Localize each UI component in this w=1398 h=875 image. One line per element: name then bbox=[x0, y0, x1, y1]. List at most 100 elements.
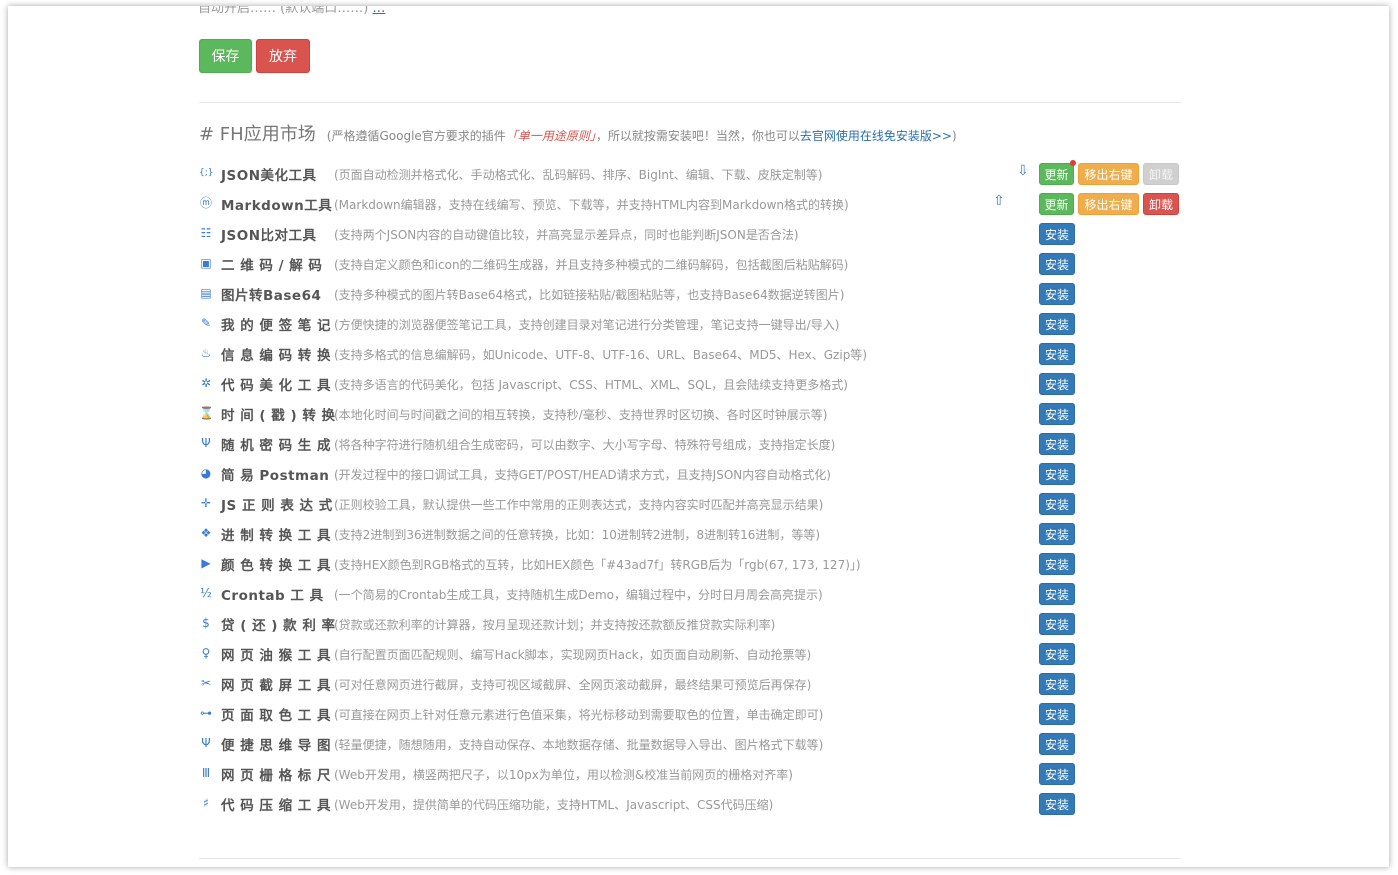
install-button[interactable]: 安装 bbox=[1039, 583, 1075, 605]
install-button[interactable]: 安装 bbox=[1039, 523, 1075, 545]
color-icon: ▶ bbox=[201, 556, 211, 570]
tool-name: 代 码 压 缩 工 具 bbox=[221, 798, 331, 814]
tool-description: (支持自定义颜色和icon的二维码生成器，并且支持多种模式的二维码解码，包括截图… bbox=[334, 258, 849, 272]
tool-name: JSON美化工具 bbox=[221, 168, 317, 184]
move-up-icon[interactable]: ⇧ bbox=[993, 193, 1005, 209]
tool-name: 网 页 截 屏 工 具 bbox=[221, 678, 331, 694]
tool-row: ▣ 二 维 码 / 解 码 (支持自定义颜色和icon的二维码生成器，并且支持多种模… bbox=[199, 248, 1189, 278]
tool-description: (可对任意网页进行截屏，支持可视区域截屏、全网页滚动截屏，最终结果可预览后再保存… bbox=[334, 678, 812, 692]
loan-icon: $ bbox=[202, 616, 210, 630]
markdown-icon: ⓜ bbox=[199, 196, 212, 210]
section-header: # FH应用市场 (严格遵循Google官方要求的插件「单一用途原则」，所以就按… bbox=[199, 120, 957, 146]
update-button[interactable]: 更新 bbox=[1039, 193, 1074, 215]
tool-name: 时 间 ( 戳 ) 转 换 bbox=[221, 408, 336, 424]
tool-row: Ψ 随 机 密 码 生 成 (将各种字符进行随机组合生成密码，可以由数字、大小写字母… bbox=[199, 428, 1189, 458]
tool-name: 贷 ( 还 ) 款 利 率 bbox=[221, 618, 336, 634]
online-version-link[interactable]: 去官网使用在线免安装版>> bbox=[800, 129, 952, 143]
tool-description: (将各种字符进行随机组合生成密码，可以由数字、大小写字母、特殊符号组成，支持指定… bbox=[334, 438, 836, 452]
install-button[interactable]: 安装 bbox=[1039, 793, 1075, 815]
tool-row: ❖ 进 制 转 换 工 具 (支持2进制到36进制数据之间的任意转换，比如：10进制… bbox=[199, 518, 1189, 548]
tool-row: ▶ 颜 色 转 换 工 具 (支持HEX颜色到RGB格式的互转，比如HEX颜色「#4… bbox=[199, 548, 1189, 578]
tool-description: (支持多语言的代码美化，包括 Javascript、CSS、HTML、XML、S… bbox=[334, 378, 848, 392]
single-purpose-rule: 「单一用途原则」 bbox=[505, 129, 596, 143]
timestamp-icon: ⌛ bbox=[199, 406, 214, 420]
json-format-icon: {;} bbox=[199, 168, 214, 178]
install-button[interactable]: 安装 bbox=[1039, 463, 1075, 485]
tool-description: (支持HEX颜色到RGB格式的互转，比如HEX颜色「#43ad7f」转RGB后为… bbox=[334, 558, 861, 572]
json-diff-icon: ☷ bbox=[200, 226, 212, 240]
crontab-icon: ½ bbox=[200, 586, 212, 600]
install-button[interactable]: 安装 bbox=[1039, 643, 1075, 665]
screenshot-icon: ✂ bbox=[200, 676, 212, 690]
install-button[interactable]: 安装 bbox=[1039, 613, 1075, 635]
tool-row: ½ Crontab 工 具 (一个简易的Crontab生成工具，支持随机生成Demo… bbox=[199, 578, 1189, 608]
tool-name: 二 维 码 / 解 码 bbox=[221, 258, 323, 274]
update-button[interactable]: 更新 bbox=[1039, 163, 1074, 185]
tool-name: 进 制 转 换 工 具 bbox=[221, 528, 331, 544]
install-button[interactable]: 安装 bbox=[1039, 253, 1075, 275]
divider bbox=[199, 102, 1181, 103]
install-button[interactable]: 安装 bbox=[1039, 373, 1075, 395]
tool-description: (支持多格式的信息编解码，如Unicode、UTF-8、UTF-16、URL、B… bbox=[334, 348, 867, 362]
settings-page: 自动开启…… (默认端口……) … 保存 放弃 # FH应用市场 (严格遵循Go… bbox=[8, 6, 1389, 867]
tool-description: (Web开发用，横竖两把尺子，以10px为单位，用以检测&校准当前网页的栅格对齐… bbox=[334, 768, 793, 782]
code-beautify-icon: ✲ bbox=[200, 376, 212, 390]
tool-description: (贷款或还款利率的计算器，按月呈现还款计划；并支持按还款额反推贷款实际利率) bbox=[334, 618, 776, 632]
install-button[interactable]: 安装 bbox=[1039, 313, 1075, 335]
tool-row: ♀ 网 页 油 猴 工 具 (自行配置页面匹配规则、编写Hack脚本，实现网页Hac… bbox=[199, 638, 1189, 668]
move-down-icon[interactable]: ⇩ bbox=[1017, 163, 1029, 179]
tool-description: (本地化时间与时间戳之间的相互转换，支持秒/毫秒、支持世界时区切换、各时区时钟展… bbox=[334, 408, 828, 422]
install-button[interactable]: 安装 bbox=[1039, 403, 1075, 425]
install-button[interactable]: 安装 bbox=[1039, 733, 1075, 755]
install-button[interactable]: 安装 bbox=[1039, 283, 1075, 305]
remove-context-menu-button[interactable]: 移出右键 bbox=[1078, 163, 1139, 185]
tool-name: 随 机 密 码 生 成 bbox=[221, 438, 331, 454]
monkey-icon: ♀ bbox=[201, 646, 211, 660]
install-button[interactable]: 安装 bbox=[1039, 553, 1075, 575]
tool-row: ⓜ Markdown工具 (Markdown编辑器，支持在线编写、预览、下载等，并支… bbox=[199, 188, 1189, 218]
tool-description: (正则校验工具，默认提供一些工作中常用的正则表达式，支持内容实时匹配并高亮显示结… bbox=[334, 498, 824, 512]
uninstall-button: 卸载 bbox=[1143, 163, 1179, 185]
tool-name: 信 息 编 码 转 换 bbox=[221, 348, 331, 364]
grid-ruler-icon: Ⅲ bbox=[201, 766, 211, 780]
remove-context-menu-button[interactable]: 移出右键 bbox=[1078, 193, 1139, 215]
save-button[interactable]: 保存 bbox=[199, 39, 252, 73]
install-button[interactable]: 安装 bbox=[1039, 703, 1075, 725]
tool-name: 我 的 便 签 笔 记 bbox=[221, 318, 331, 334]
tool-row: ♯ 代 码 压 缩 工 具 (Web开发用，提供简单的代码压缩功能，支持HTML、J… bbox=[199, 788, 1189, 818]
tool-row: ✎ 我 的 便 签 笔 记 (方便快捷的浏览器便签笔记工具，支持创建目录对笔记进行分… bbox=[199, 308, 1189, 338]
install-button[interactable]: 安装 bbox=[1039, 763, 1075, 785]
tool-description: (自行配置页面匹配规则、编写Hack脚本，实现网页Hack，如页面自动刷新、自动… bbox=[334, 648, 812, 662]
tool-name: JS 正 则 表 达 式 bbox=[221, 498, 333, 514]
color-picker-icon: ⊶ bbox=[200, 706, 212, 720]
tool-description: (轻量便捷，随想随用，支持自动保存、本地数据存储、批量数据导入导出、图片格式下载… bbox=[334, 738, 824, 752]
regexp-icon: ✛ bbox=[200, 496, 212, 510]
discard-button[interactable]: 放弃 bbox=[256, 39, 310, 73]
tool-name: 便 捷 思 维 导 图 bbox=[221, 738, 331, 754]
tool-row: ▤ 图片转Base64 (支持多种模式的图片转Base64格式，比如链接粘贴/截图粘… bbox=[199, 278, 1189, 308]
section-title: # FH应用市场 bbox=[199, 124, 316, 145]
tool-name: 代 码 美 化 工 具 bbox=[221, 378, 331, 394]
install-button[interactable]: 安装 bbox=[1039, 493, 1075, 515]
code-compress-icon: ♯ bbox=[203, 796, 209, 810]
install-button[interactable]: 安装 bbox=[1039, 673, 1075, 695]
cut-off-option: 自动开启…… (默认端口……) … bbox=[198, 6, 385, 16]
install-button[interactable]: 安装 bbox=[1039, 433, 1075, 455]
tool-row: Ⅲ 网 页 栅 格 标 尺 (Web开发用，横竖两把尺子，以10px为单位，用以检测… bbox=[199, 758, 1189, 788]
tool-row: Ψ 便 捷 思 维 导 图 (轻量便捷，随想随用，支持自动保存、本地数据存储、批量数… bbox=[199, 728, 1189, 758]
cut-off-link[interactable]: … bbox=[372, 6, 385, 16]
tool-description: (页面自动检测并格式化、手动格式化、乱码解码、排序、BigInt、编辑、下载、皮… bbox=[334, 168, 823, 182]
tool-name: Markdown工具 bbox=[221, 198, 333, 214]
divider-bottom bbox=[199, 858, 1181, 859]
cut-off-text: 自动开启…… (默认端口……) bbox=[198, 6, 369, 16]
uninstall-button[interactable]: 卸载 bbox=[1143, 193, 1179, 215]
install-button[interactable]: 安装 bbox=[1039, 223, 1075, 245]
tool-row: ♨ 信 息 编 码 转 换 (支持多格式的信息编解码，如Unicode、UTF-8、… bbox=[199, 338, 1189, 368]
tool-description: (支持两个JSON内容的自动键值比较，并高亮显示差异点，同时也能判断JSON是否… bbox=[334, 228, 799, 242]
tool-description: (Web开发用，提供简单的代码压缩功能，支持HTML、Javascript、CS… bbox=[334, 798, 774, 812]
tool-description: (一个简易的Crontab生成工具，支持随机生成Demo，编辑过程中，分时日月周… bbox=[334, 588, 823, 602]
install-button[interactable]: 安装 bbox=[1039, 343, 1075, 365]
tool-row: ☷ JSON比对工具 (支持两个JSON内容的自动键值比较，并高亮显示差异点，同时也… bbox=[199, 218, 1189, 248]
tool-description: (开发过程中的接口调试工具，支持GET/POST/HEAD请求方式，且支持JSO… bbox=[334, 468, 831, 482]
tool-row: ✂ 网 页 截 屏 工 具 (可对任意网页进行截屏，支持可视区域截屏、全网页滚动截屏… bbox=[199, 668, 1189, 698]
